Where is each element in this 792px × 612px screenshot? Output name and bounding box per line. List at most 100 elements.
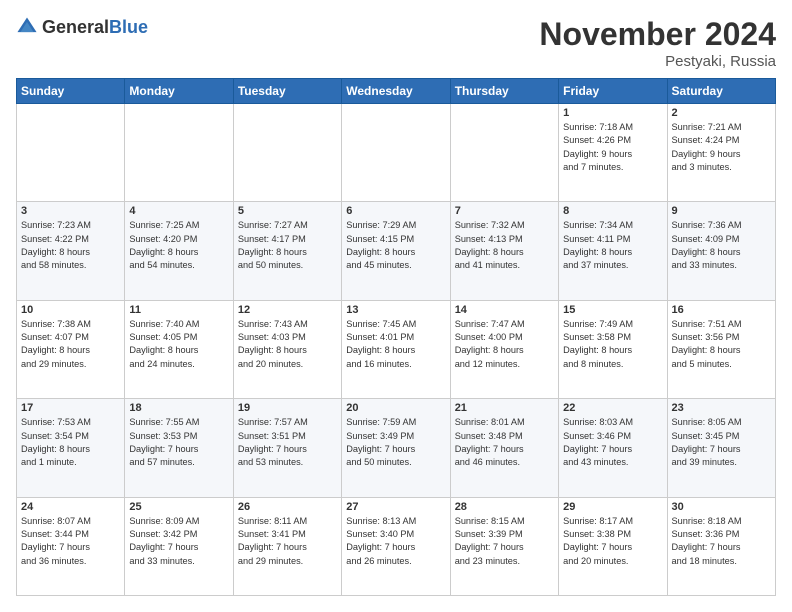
day-info: Sunrise: 8:11 AMSunset: 3:41 PMDaylight:… bbox=[238, 515, 337, 568]
day-info: Sunrise: 7:43 AMSunset: 4:03 PMDaylight:… bbox=[238, 318, 337, 371]
day-info: Sunrise: 8:09 AMSunset: 3:42 PMDaylight:… bbox=[129, 515, 228, 568]
day-number: 22 bbox=[563, 402, 662, 414]
day-number: 4 bbox=[129, 205, 228, 217]
day-info: Sunrise: 7:45 AMSunset: 4:01 PMDaylight:… bbox=[346, 318, 445, 371]
day-number: 26 bbox=[238, 501, 337, 513]
day-info: Sunrise: 7:47 AMSunset: 4:00 PMDaylight:… bbox=[455, 318, 554, 371]
day-info: Sunrise: 8:05 AMSunset: 3:45 PMDaylight:… bbox=[672, 416, 771, 469]
calendar-cell: 6 Sunrise: 7:29 AMSunset: 4:15 PMDaylight… bbox=[342, 202, 450, 300]
calendar-cell bbox=[450, 104, 558, 202]
calendar-cell: 26 Sunrise: 8:11 AMSunset: 3:41 PMDayligh… bbox=[233, 497, 341, 595]
day-number: 11 bbox=[129, 304, 228, 316]
calendar-week-row: 17Sunrise: 7:53 AMSunset: 3:54 PMDayligh… bbox=[17, 399, 776, 497]
calendar-cell: 1Sunrise: 7:18 AMSunset: 4:26 PMDaylight… bbox=[559, 104, 667, 202]
day-info: Sunrise: 7:49 AMSunset: 3:58 PMDaylight:… bbox=[563, 318, 662, 371]
day-info: Sunrise: 7:36 AMSunset: 4:09 PMDaylight:… bbox=[672, 219, 771, 272]
day-number: 6 bbox=[346, 205, 445, 217]
day-number: 23 bbox=[672, 402, 771, 414]
calendar-cell: 13Sunrise: 7:45 AMSunset: 4:01 PMDayligh… bbox=[342, 300, 450, 398]
day-info: Sunrise: 7:59 AMSunset: 3:49 PMDaylight:… bbox=[346, 416, 445, 469]
day-info: Sunrise: 7:25 AMSunset: 4:20 PMDaylight:… bbox=[129, 219, 228, 272]
header: GeneralBlue November 2024 Pestyaki, Russ… bbox=[16, 16, 776, 70]
calendar-cell bbox=[17, 104, 125, 202]
calendar-cell: 27 Sunrise: 8:13 AMSunset: 3:40 PMDayligh… bbox=[342, 497, 450, 595]
calendar-cell: 12 Sunrise: 7:43 AMSunset: 4:03 PMDayligh… bbox=[233, 300, 341, 398]
calendar-cell: 4 Sunrise: 7:25 AMSunset: 4:20 PMDaylight… bbox=[125, 202, 233, 300]
day-number: 17 bbox=[21, 402, 120, 414]
day-info: Sunrise: 7:34 AMSunset: 4:11 PMDaylight:… bbox=[563, 219, 662, 272]
day-number: 8 bbox=[563, 205, 662, 217]
weekday-header: Tuesday bbox=[233, 79, 341, 104]
day-info: Sunrise: 7:27 AMSunset: 4:17 PMDaylight:… bbox=[238, 219, 337, 272]
calendar-cell: 8 Sunrise: 7:34 AMSunset: 4:11 PMDaylight… bbox=[559, 202, 667, 300]
calendar-cell: 18 Sunrise: 7:55 AMSunset: 3:53 PMDayligh… bbox=[125, 399, 233, 497]
logo-general: General bbox=[42, 17, 109, 37]
day-number: 7 bbox=[455, 205, 554, 217]
calendar-cell: 21Sunrise: 8:01 AMSunset: 3:48 PMDayligh… bbox=[450, 399, 558, 497]
weekday-header: Thursday bbox=[450, 79, 558, 104]
day-info: Sunrise: 7:21 AMSunset: 4:24 PMDaylight:… bbox=[672, 121, 771, 174]
logo-icon bbox=[16, 16, 38, 38]
calendar-week-row: 3 Sunrise: 7:23 AMSunset: 4:22 PMDaylight… bbox=[17, 202, 776, 300]
location: Pestyaki, Russia bbox=[539, 53, 776, 70]
weekday-header: Friday bbox=[559, 79, 667, 104]
calendar-cell: 17Sunrise: 7:53 AMSunset: 3:54 PMDayligh… bbox=[17, 399, 125, 497]
calendar-week-row: 10 Sunrise: 7:38 AMSunset: 4:07 PMDayligh… bbox=[17, 300, 776, 398]
day-number: 3 bbox=[21, 205, 120, 217]
calendar-cell bbox=[342, 104, 450, 202]
day-info: Sunrise: 7:29 AMSunset: 4:15 PMDaylight:… bbox=[346, 219, 445, 272]
day-info: Sunrise: 7:38 AMSunset: 4:07 PMDaylight:… bbox=[21, 318, 120, 371]
day-number: 15 bbox=[563, 304, 662, 316]
day-info: Sunrise: 7:51 AMSunset: 3:56 PMDaylight:… bbox=[672, 318, 771, 371]
day-info: Sunrise: 8:17 AMSunset: 3:38 PMDaylight:… bbox=[563, 515, 662, 568]
month-title: November 2024 bbox=[539, 16, 776, 53]
calendar: SundayMondayTuesdayWednesdayThursdayFrid… bbox=[16, 78, 776, 596]
day-info: Sunrise: 7:40 AMSunset: 4:05 PMDaylight:… bbox=[129, 318, 228, 371]
calendar-cell: 2 Sunrise: 7:21 AMSunset: 4:24 PMDaylight… bbox=[667, 104, 775, 202]
day-number: 14 bbox=[455, 304, 554, 316]
calendar-cell: 9 Sunrise: 7:36 AMSunset: 4:09 PMDaylight… bbox=[667, 202, 775, 300]
calendar-cell bbox=[233, 104, 341, 202]
day-info: Sunrise: 7:23 AMSunset: 4:22 PMDaylight:… bbox=[21, 219, 120, 272]
weekday-header-row: SundayMondayTuesdayWednesdayThursdayFrid… bbox=[17, 79, 776, 104]
calendar-cell: 14 Sunrise: 7:47 AMSunset: 4:00 PMDayligh… bbox=[450, 300, 558, 398]
day-number: 29 bbox=[563, 501, 662, 513]
calendar-week-row: 24Sunrise: 8:07 AMSunset: 3:44 PMDayligh… bbox=[17, 497, 776, 595]
day-number: 16 bbox=[672, 304, 771, 316]
day-number: 30 bbox=[672, 501, 771, 513]
logo-blue: Blue bbox=[109, 17, 148, 37]
page: GeneralBlue November 2024 Pestyaki, Russ… bbox=[0, 0, 792, 612]
logo-text: GeneralBlue bbox=[42, 17, 148, 38]
day-info: Sunrise: 8:13 AMSunset: 3:40 PMDaylight:… bbox=[346, 515, 445, 568]
day-info: Sunrise: 7:57 AMSunset: 3:51 PMDaylight:… bbox=[238, 416, 337, 469]
calendar-cell: 25 Sunrise: 8:09 AMSunset: 3:42 PMDayligh… bbox=[125, 497, 233, 595]
day-number: 12 bbox=[238, 304, 337, 316]
day-number: 21 bbox=[455, 402, 554, 414]
day-info: Sunrise: 7:55 AMSunset: 3:53 PMDaylight:… bbox=[129, 416, 228, 469]
calendar-cell: 22Sunrise: 8:03 AMSunset: 3:46 PMDayligh… bbox=[559, 399, 667, 497]
calendar-cell: 28 Sunrise: 8:15 AMSunset: 3:39 PMDayligh… bbox=[450, 497, 558, 595]
day-number: 27 bbox=[346, 501, 445, 513]
calendar-cell: 3 Sunrise: 7:23 AMSunset: 4:22 PMDaylight… bbox=[17, 202, 125, 300]
day-number: 10 bbox=[21, 304, 120, 316]
calendar-cell: 19Sunrise: 7:57 AMSunset: 3:51 PMDayligh… bbox=[233, 399, 341, 497]
calendar-cell: 10 Sunrise: 7:38 AMSunset: 4:07 PMDayligh… bbox=[17, 300, 125, 398]
calendar-cell bbox=[125, 104, 233, 202]
calendar-week-row: 1Sunrise: 7:18 AMSunset: 4:26 PMDaylight… bbox=[17, 104, 776, 202]
day-info: Sunrise: 8:18 AMSunset: 3:36 PMDaylight:… bbox=[672, 515, 771, 568]
day-number: 18 bbox=[129, 402, 228, 414]
day-number: 2 bbox=[672, 107, 771, 119]
day-number: 25 bbox=[129, 501, 228, 513]
day-number: 28 bbox=[455, 501, 554, 513]
calendar-cell: 30 Sunrise: 8:18 AMSunset: 3:36 PMDayligh… bbox=[667, 497, 775, 595]
calendar-cell: 24Sunrise: 8:07 AMSunset: 3:44 PMDayligh… bbox=[17, 497, 125, 595]
day-number: 20 bbox=[346, 402, 445, 414]
calendar-cell: 29 Sunrise: 8:17 AMSunset: 3:38 PMDayligh… bbox=[559, 497, 667, 595]
calendar-cell: 7Sunrise: 7:32 AMSunset: 4:13 PMDaylight… bbox=[450, 202, 558, 300]
calendar-cell: 23 Sunrise: 8:05 AMSunset: 3:45 PMDayligh… bbox=[667, 399, 775, 497]
day-number: 24 bbox=[21, 501, 120, 513]
weekday-header: Sunday bbox=[17, 79, 125, 104]
day-info: Sunrise: 8:15 AMSunset: 3:39 PMDaylight:… bbox=[455, 515, 554, 568]
day-number: 9 bbox=[672, 205, 771, 217]
calendar-cell: 16 Sunrise: 7:51 AMSunset: 3:56 PMDayligh… bbox=[667, 300, 775, 398]
